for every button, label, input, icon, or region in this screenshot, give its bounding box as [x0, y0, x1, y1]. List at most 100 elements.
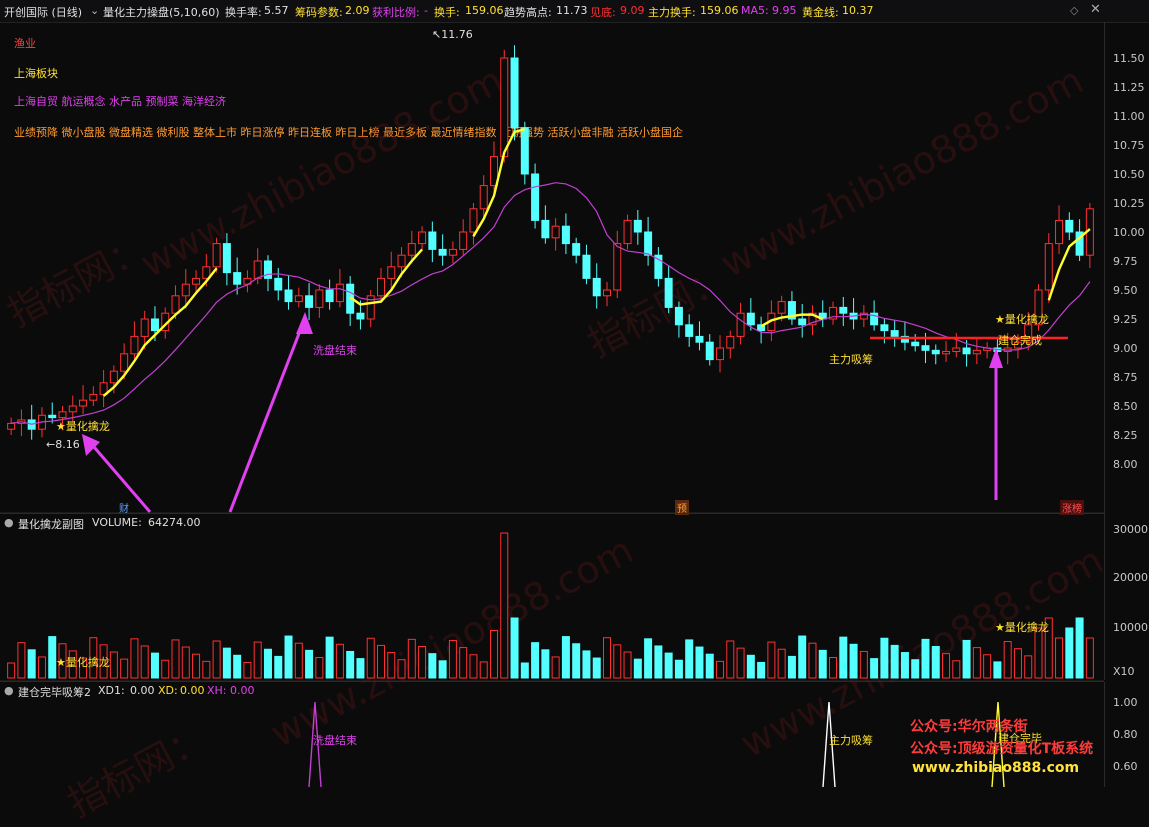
candle-body	[572, 243, 581, 256]
xd-label: XD:	[158, 684, 178, 697]
volume-bar	[479, 661, 488, 679]
volume-bar	[192, 653, 201, 679]
wash-end-label: 洗盘结束	[313, 344, 357, 357]
volume-bar	[603, 637, 612, 679]
volume-bar	[674, 659, 683, 679]
volume-label: VOLUME:	[92, 516, 142, 529]
candle-body	[592, 277, 601, 297]
candle-body	[603, 289, 612, 297]
qinlong-label-2: 量化擒龙	[1004, 313, 1049, 326]
high-marker: ↖11.76	[432, 28, 473, 41]
volume-bar	[633, 658, 642, 679]
candle-body	[479, 185, 488, 210]
volume-bar	[849, 643, 858, 679]
volume-unit: X10	[1113, 665, 1135, 678]
volume-bar	[520, 662, 529, 679]
candle-body	[469, 208, 478, 233]
volume-bar	[305, 649, 314, 679]
candle-body	[520, 127, 529, 175]
signal-wash-end: 洗盘结束	[313, 734, 357, 747]
volume-bar	[263, 648, 272, 679]
candle-body	[972, 349, 981, 355]
volume-bar	[942, 653, 951, 679]
candle-body	[130, 335, 139, 355]
gold-line	[102, 267, 218, 397]
volume-bar	[17, 642, 26, 679]
volume-bar	[418, 646, 427, 679]
volume-bar	[880, 637, 889, 679]
volume-qinlong-2: ★量化擒龙	[995, 621, 1049, 634]
signal-absorb: 主力吸筹	[829, 734, 873, 747]
volume-bar	[120, 658, 129, 679]
volume-bar	[900, 652, 909, 679]
volume-bar	[787, 655, 796, 679]
volume-bar	[952, 660, 961, 679]
volume-bar	[572, 643, 581, 679]
xh-label: XH:	[207, 684, 227, 697]
candle-body	[315, 289, 324, 308]
volume-bar	[284, 635, 293, 679]
candle-body	[376, 277, 385, 297]
volume-bar	[222, 647, 231, 679]
signal-pane-header: ● 建仓完毕吸筹2 XD1: 0.00 XD: 0.00 XH: 0.00	[0, 681, 1104, 699]
candle-body	[880, 324, 889, 332]
signal-tick: 0.80	[1113, 728, 1138, 741]
candle-body	[541, 219, 550, 239]
volume-bar	[551, 656, 560, 679]
volume-bar	[243, 661, 252, 679]
volume-bar	[448, 639, 457, 679]
volume-bar	[911, 659, 920, 679]
signal-tick: 1.00	[1113, 696, 1138, 709]
volume-bar	[993, 661, 1002, 679]
volume-bar	[315, 657, 324, 679]
xd1-label: XD1:	[98, 684, 125, 697]
volume-pane-title[interactable]: 量化擒龙副图	[18, 516, 84, 532]
volume-bar	[839, 636, 848, 679]
volume-bar	[592, 657, 601, 679]
volume-bar	[1085, 637, 1094, 679]
volume-bar	[716, 660, 725, 679]
volume-bar	[808, 642, 817, 679]
volume-bar	[767, 641, 776, 679]
signal-pane-title[interactable]: 建仓完毕吸筹2	[18, 684, 91, 700]
volume-bar	[366, 637, 375, 679]
volume-bar	[829, 657, 838, 679]
candle-body	[500, 57, 509, 158]
promo-line-2: 公众号:顶级游资量化T板系统	[910, 741, 1094, 757]
kline-chart[interactable]	[0, 0, 1149, 787]
candle-body	[623, 219, 632, 245]
candle-body	[192, 277, 201, 285]
volume-bar	[736, 647, 745, 679]
candle-body	[233, 272, 242, 285]
volume-bar	[757, 661, 766, 679]
candle-body	[171, 295, 180, 314]
candle-body	[253, 260, 262, 279]
candle-body	[356, 312, 365, 320]
candle-body	[181, 283, 190, 297]
candle-body	[962, 347, 971, 355]
volume-bar	[274, 655, 283, 679]
volume-bar	[335, 643, 344, 679]
candle-body	[109, 370, 118, 384]
candle-body	[120, 353, 129, 372]
volume-pane-header: ● 量化擒龙副图 VOLUME: 64274.00	[0, 513, 1104, 531]
promo-line-3: www.zhibiao888.com	[912, 760, 1080, 776]
candle-body	[1044, 243, 1053, 291]
volume-tick: 20000	[1113, 571, 1148, 584]
volume-bar	[777, 648, 786, 679]
candle-body	[952, 347, 961, 352]
low-marker: ←8.16	[46, 438, 80, 451]
candle-body	[263, 260, 272, 279]
volume-bar	[1065, 627, 1074, 679]
candle-body	[561, 225, 570, 245]
volume-qinlong-label-2: 量化擒龙	[1004, 621, 1049, 634]
volume-bar	[510, 617, 519, 679]
volume-bar	[890, 644, 899, 679]
candle-body	[531, 173, 540, 221]
candle-body	[890, 330, 899, 337]
volume-bar	[387, 652, 396, 679]
volume-bar	[972, 647, 981, 679]
candle-body	[644, 231, 653, 256]
candle-body	[335, 283, 344, 303]
volume-bar	[983, 654, 992, 679]
